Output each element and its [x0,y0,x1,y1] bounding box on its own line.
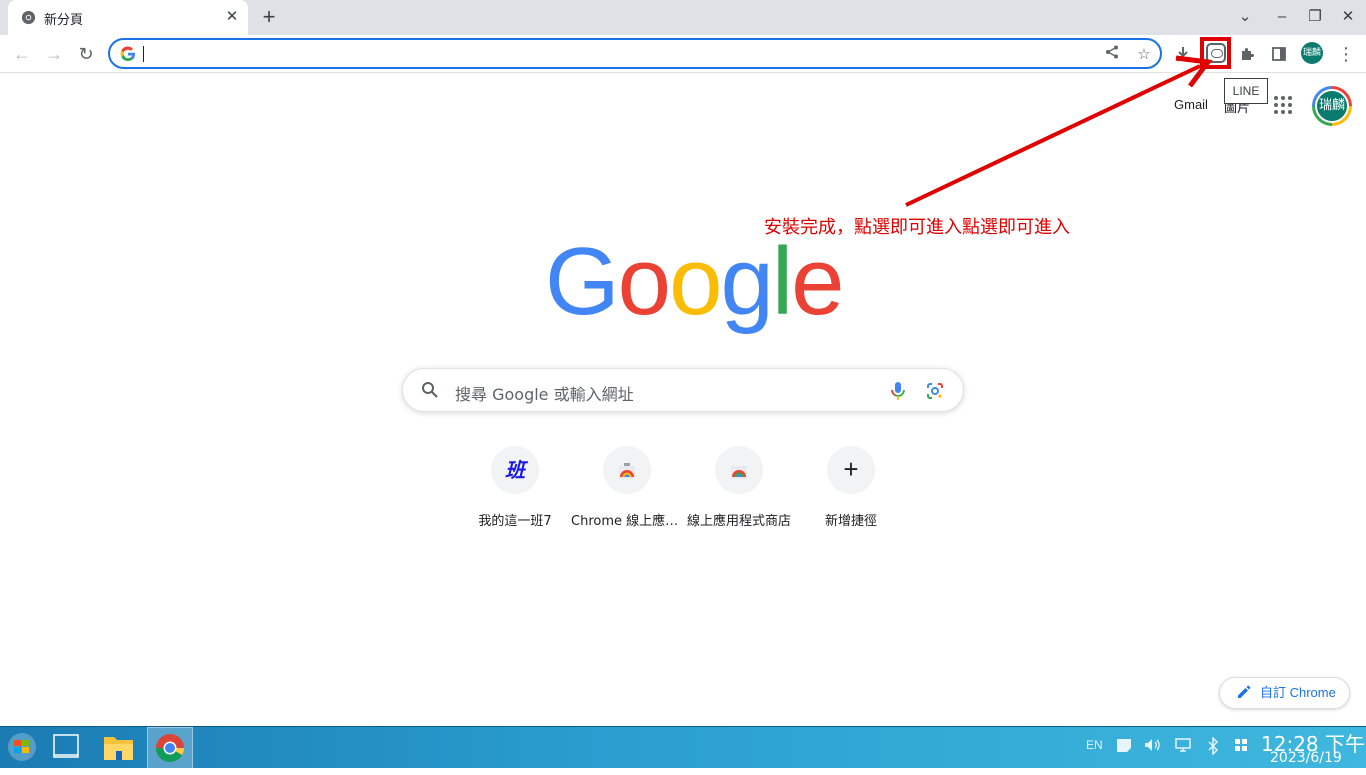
volume-icon[interactable] [1144,737,1162,756]
chrome-menu-icon[interactable]: ⋮ [1334,42,1358,66]
start-button[interactable] [0,727,46,769]
shortcut-label: 線上應用程式商店 [686,514,791,529]
shortcut-label: 新增捷徑 [824,514,877,529]
gmail-link[interactable]: Gmail [1174,97,1208,112]
bookmark-star-icon[interactable]: ☆ [1134,45,1154,65]
shortcut-icon: 班 [491,446,539,494]
tab-search-icon[interactable]: ⌄ [1231,5,1259,29]
toolbar: ← → ↻ ☆ ⋮ [0,35,1366,73]
search-icon [422,382,438,398]
shortcut-label: 我的這一班7 [478,514,552,529]
notification-icon[interactable] [1116,737,1132,756]
tab-close-icon[interactable]: ✕ [222,8,242,28]
download-icon[interactable] [1171,42,1195,66]
tab-strip: 新分頁 ✕ + ⌄ – ❐ ✕ [0,0,1366,35]
action-center-icon[interactable] [1234,738,1248,755]
address-bar[interactable]: ☆ [108,38,1162,69]
chrome-webstore-icon [603,446,651,494]
plus-icon: + [843,454,859,484]
tab-title: 新分頁 [44,12,84,27]
bluetooth-icon[interactable] [1207,736,1219,758]
restore-button[interactable]: ❐ [1301,5,1329,29]
text-caret [143,46,144,62]
avatar-text: 瑞麟 [1315,89,1349,123]
search-placeholder: 搜尋 Google 或輸入網址 [455,385,634,404]
customize-label: 自訂 Chrome [1260,685,1336,700]
minimize-button[interactable]: – [1268,5,1296,29]
google-lens-icon[interactable] [925,381,945,401]
clock-date[interactable]: 2023/6/19 [1270,750,1342,766]
microphone-icon[interactable] [889,381,907,401]
share-icon[interactable] [1102,45,1122,65]
account-avatar[interactable]: 瑞麟 [1312,86,1352,126]
add-shortcut-icon: + [827,446,875,494]
tab-new-tab[interactable]: 新分頁 ✕ [8,0,248,35]
add-shortcut-tile[interactable]: + 新增捷徑 [795,446,907,536]
search-box[interactable]: 搜尋 Google 或輸入網址 [402,368,964,412]
line-extension-icon[interactable] [1206,43,1226,63]
logo-letter: g [720,228,773,335]
google-g-icon [120,46,135,62]
close-window-button[interactable]: ✕ [1334,5,1362,29]
extensions-puzzle-icon[interactable] [1236,42,1260,66]
logo-letter: e [791,228,844,335]
customize-chrome-button[interactable]: 自訂 Chrome [1219,677,1350,709]
logo-letter: o [617,228,671,335]
logo-letter: l [771,228,793,335]
chrome-taskbar-icon[interactable] [147,727,193,769]
logo-letter: G [545,228,620,335]
file-explorer-icon[interactable] [96,727,142,769]
class-logo-icon: 班 [505,458,525,482]
forward-button[interactable]: → [41,41,67,67]
input-language-indicator[interactable]: EN [1086,738,1103,752]
profile-button[interactable]: 瑞麟 [1301,42,1323,64]
network-icon[interactable] [1175,737,1193,756]
pencil-icon [1238,685,1251,698]
taskbar: EN [0,726,1366,769]
google-logo: Google [545,232,845,332]
chrome-icon [21,10,36,25]
show-desktop-icon[interactable] [44,727,90,769]
shortcut-tile[interactable]: 班 我的這一班7 [459,446,571,536]
shortcut-tile[interactable]: Chrome 線上應用程式商店 [571,446,683,536]
line-tooltip: LINE [1224,78,1268,104]
reload-button[interactable]: ↻ [73,41,99,67]
back-button[interactable]: ← [9,41,35,67]
google-apps-icon[interactable] [1274,96,1294,116]
shortcut-tile[interactable]: 線上應用程式商店 [683,446,795,536]
windows-logo-icon [8,733,36,761]
side-panel-icon[interactable] [1267,42,1291,66]
address-input[interactable] [142,44,1082,64]
chrome-webstore-icon [715,446,763,494]
new-tab-button[interactable]: + [257,6,281,30]
logo-letter: o [669,228,722,335]
shortcut-label: Chrome 線上應用程式商店 [571,514,683,529]
